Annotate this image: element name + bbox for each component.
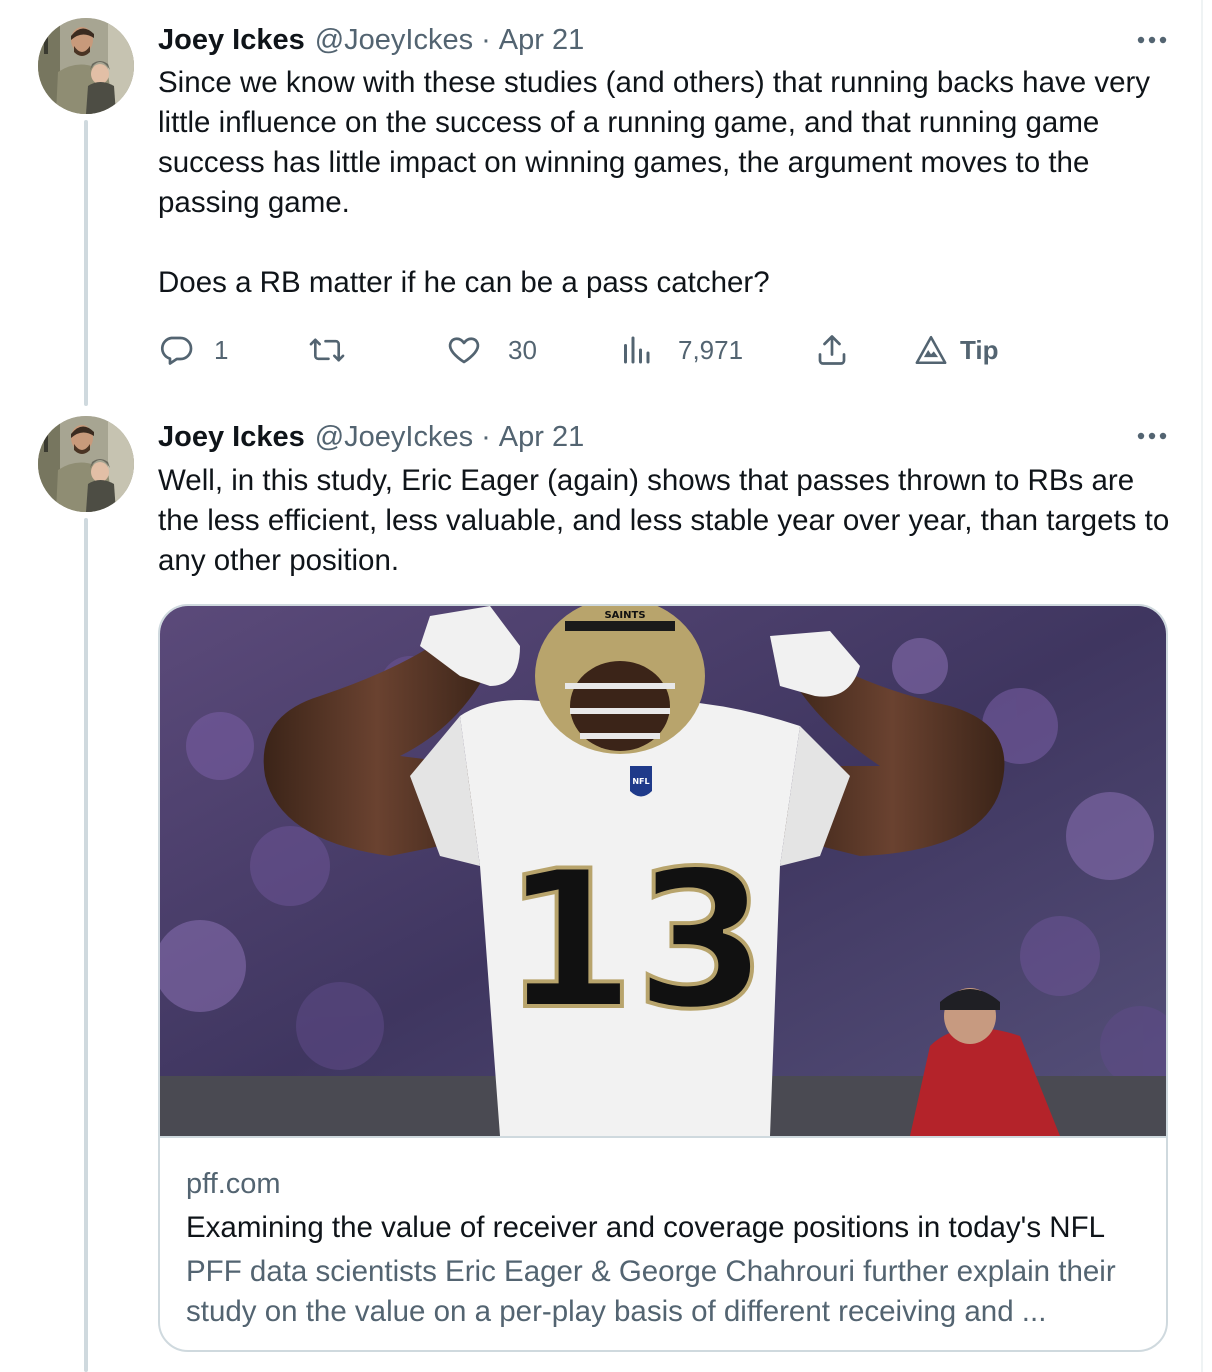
tweet-actions: 1 30 7,971 Tip: [158, 330, 1058, 370]
tweet-date[interactable]: Apr 21: [499, 421, 584, 454]
like-count: 30: [508, 334, 537, 365]
author-handle[interactable]: @JoeyIckes: [315, 421, 473, 454]
share-button[interactable]: [814, 330, 850, 370]
author-name[interactable]: Joey Ickes: [158, 24, 305, 57]
link-card-domain: pff.com: [186, 1168, 281, 1200]
retweet-icon: [308, 332, 346, 368]
reply-icon: [158, 332, 194, 368]
tweet-header: Joey Ickes @JoeyIckes · Apr 21: [158, 417, 584, 457]
views-count: 7,971: [678, 334, 744, 365]
heart-icon: [446, 332, 482, 368]
retweet-button[interactable]: [308, 330, 346, 370]
link-card-title: Examining the value of receiver and cove…: [186, 1211, 1105, 1244]
tweet-text: Well, in this study, Eric Eager (again) …: [158, 464, 1170, 577]
link-card[interactable]: SAINTS NFL 13 pff.com Examining the valu…: [158, 604, 1168, 1352]
reply-button[interactable]: 1: [158, 330, 228, 370]
more-horizontal-icon[interactable]: [1134, 418, 1170, 454]
tweet-date[interactable]: Apr 21: [499, 24, 584, 57]
share-icon: [814, 332, 850, 368]
thread-connector-line: [84, 120, 88, 406]
thread-connector-line: [84, 518, 88, 1372]
like-button[interactable]: 30: [446, 330, 537, 370]
tip-button[interactable]: Tip: [914, 330, 999, 370]
helmet-text: SAINTS: [604, 610, 645, 621]
separator-dot: ·: [481, 420, 491, 453]
column-border: [1201, 0, 1203, 1372]
views-icon: [620, 332, 652, 368]
nfl-shield-text: NFL: [632, 777, 649, 786]
tip-label: Tip: [960, 334, 999, 365]
avatar[interactable]: [38, 416, 134, 512]
link-card-description: PFF data scientists Eric Eager & George …: [186, 1255, 1116, 1328]
tweet-text: Since we know with these studies (and ot…: [158, 66, 1151, 299]
jersey-number: 13: [503, 830, 767, 1051]
author-handle[interactable]: @JoeyIckes: [315, 24, 473, 57]
separator-dot: ·: [481, 23, 491, 56]
reply-count: 1: [214, 334, 229, 365]
tweet-header: Joey Ickes @JoeyIckes · Apr 21: [158, 20, 584, 60]
views-button[interactable]: 7,971: [620, 330, 743, 370]
more-horizontal-icon[interactable]: [1134, 22, 1170, 58]
avatar[interactable]: [38, 18, 134, 114]
card-divider: [160, 1136, 1166, 1138]
tip-icon: [914, 333, 948, 367]
link-card-image[interactable]: SAINTS NFL 13: [160, 606, 1166, 1136]
author-name[interactable]: Joey Ickes: [158, 421, 305, 454]
